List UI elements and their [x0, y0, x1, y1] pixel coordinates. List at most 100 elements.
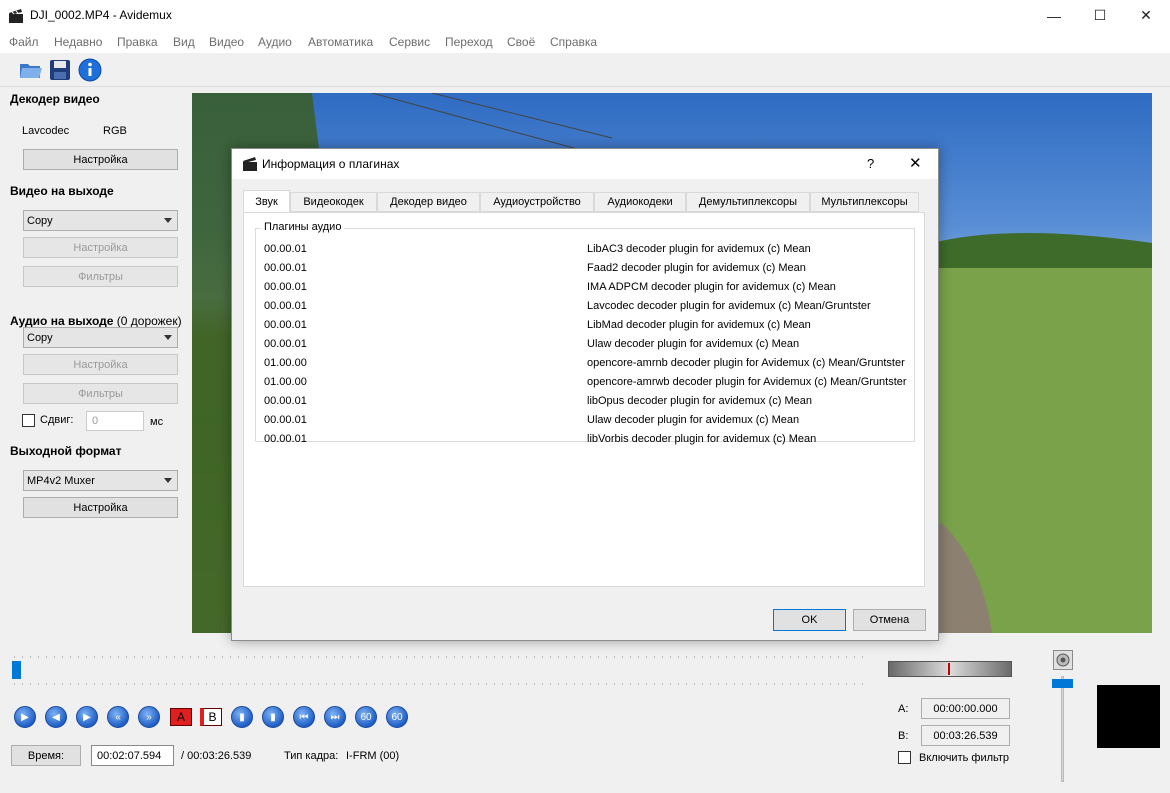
goto-end-button[interactable]: ⏭ — [324, 706, 346, 728]
goto-marker-a-button[interactable]: ▮ — [231, 706, 253, 728]
chevron-down-icon — [164, 218, 172, 223]
prev-keyframe-button[interactable]: « — [107, 706, 129, 728]
dialog-close-button[interactable]: ✕ — [909, 154, 922, 172]
current-time-field[interactable]: 00:02:07.594 — [91, 745, 174, 766]
close-button[interactable]: ✕ — [1123, 0, 1169, 31]
minimize-button[interactable]: — — [1031, 0, 1077, 31]
menu-video[interactable]: Видео — [209, 35, 244, 49]
time-button[interactable]: Время: — [11, 745, 81, 766]
mini-preview — [1097, 685, 1160, 748]
next-keyframe-button[interactable]: » — [138, 706, 160, 728]
plugin-version: 00.00.01 — [264, 319, 307, 331]
forward-60-button[interactable]: 60 — [386, 706, 408, 728]
decoder-format: RGB — [103, 125, 127, 137]
toolbar — [0, 53, 1170, 87]
frame-type-label: Тип кадра: — [284, 750, 339, 762]
menu-auto[interactable]: Автоматика — [308, 35, 373, 49]
plugin-version: 00.00.01 — [264, 281, 307, 293]
tab-video-codec[interactable]: Видеокодек — [290, 192, 377, 212]
audio-settings-button[interactable]: Настройка — [23, 354, 178, 375]
filter-checkbox[interactable] — [898, 751, 911, 764]
shift-checkbox[interactable] — [22, 414, 35, 427]
jog-shuttle[interactable] — [888, 661, 1012, 677]
audio-codec-select[interactable]: Copy — [23, 327, 178, 348]
menu-view[interactable]: Вид — [173, 35, 195, 49]
plugin-description: IMA ADPCM decoder plugin for avidemux (c… — [587, 281, 836, 293]
tab-audio-codecs[interactable]: Аудиокодеки — [594, 192, 686, 212]
menu-edit[interactable]: Правка — [117, 35, 158, 49]
prev-frame-button[interactable]: ◀ — [45, 706, 67, 728]
timeline-ticks — [14, 656, 865, 685]
info-icon[interactable] — [77, 57, 103, 83]
dialog-title: Информация о плагинах — [262, 157, 400, 171]
plugin-description: libVorbis decoder plugin for avidemux (c… — [587, 433, 817, 445]
plugin-version: 00.00.01 — [264, 414, 307, 426]
muxer-settings-button[interactable]: Настройка — [23, 497, 178, 518]
volume-slider[interactable] — [1061, 676, 1064, 782]
muxer-select[interactable]: MP4v2 Muxer — [23, 470, 178, 491]
decoder-settings-button[interactable]: Настройка — [23, 149, 178, 170]
video-decoder-title: Декодер видео — [10, 92, 100, 106]
tab-muxers[interactable]: Мультиплексоры — [810, 192, 919, 212]
help-button[interactable]: ? — [867, 156, 874, 171]
chevron-down-icon — [164, 478, 172, 483]
current-time-value: 00:02:07.594 — [97, 749, 162, 762]
plugin-version: 00.00.01 — [264, 433, 307, 445]
menu-custom[interactable]: Своё — [507, 35, 535, 49]
marker-b-field: 00:03:26.539 — [921, 725, 1010, 746]
clapperboard-icon — [243, 157, 257, 171]
plugin-description: opencore-amrwb decoder plugin for Avidem… — [587, 376, 907, 388]
menu-audio[interactable]: Аудио — [258, 35, 292, 49]
play-button[interactable]: ▶ — [14, 706, 36, 728]
marker-a-field: 00:00:00.000 — [921, 698, 1010, 719]
menu-bar: Файл Недавно Правка Вид Видео Аудио Авто… — [0, 31, 1170, 53]
plugin-description: libOpus decoder plugin for avidemux (c) … — [587, 395, 813, 407]
speaker-icon[interactable] — [1053, 650, 1073, 670]
frame-type-value: I-FRM (00) — [346, 750, 400, 762]
timeline-handle[interactable] — [12, 661, 21, 679]
shift-input[interactable]: 0 — [86, 411, 144, 431]
audio-output-heading: Аудио на выходе — [10, 314, 114, 328]
plugin-version: 01.00.00 — [264, 376, 307, 388]
tab-demuxers[interactable]: Демультиплексоры — [686, 192, 810, 212]
title-bar: DJI_0002.MP4 - Avidemux — ☐ ✕ — [0, 0, 1170, 31]
plugin-version: 00.00.01 — [264, 243, 307, 255]
next-frame-button[interactable]: ▶ — [76, 706, 98, 728]
tab-pane: Плагины аудио 00.00.01 LibAC3 decoder plu… — [243, 212, 925, 587]
chevron-down-icon — [164, 335, 172, 340]
window-title: DJI_0002.MP4 - Avidemux — [30, 8, 172, 22]
marker-b-label: B: — [898, 730, 909, 742]
cancel-button[interactable]: Отмена — [853, 609, 926, 631]
save-icon[interactable] — [47, 57, 73, 83]
video-settings-button[interactable]: Настройка — [23, 237, 178, 258]
video-codec-value: Copy — [27, 214, 53, 227]
marker-b-value: 00:03:26.539 — [933, 729, 998, 742]
output-format-title: Выходной формат — [10, 444, 122, 458]
timeline-slider[interactable] — [12, 656, 867, 686]
maximize-button[interactable]: ☐ — [1077, 0, 1123, 31]
set-marker-b-button[interactable]: B — [200, 708, 222, 726]
plugin-description: Lavcodec decoder plugin for avidemux (c)… — [587, 300, 871, 312]
menu-help[interactable]: Справка — [550, 35, 597, 49]
goto-start-button[interactable]: ⏮ — [293, 706, 315, 728]
audio-filters-button[interactable]: Фильтры — [23, 383, 178, 404]
total-time: / 00:03:26.539 — [181, 750, 252, 762]
set-marker-a-button[interactable]: A — [170, 708, 192, 726]
menu-file[interactable]: Файл — [9, 35, 39, 49]
back-60-button[interactable]: 60 — [355, 706, 377, 728]
volume-handle[interactable] — [1052, 679, 1073, 688]
audio-output-title: Аудио на выходе (0 дорожек) — [10, 314, 182, 328]
plugin-version: 00.00.01 — [264, 338, 307, 350]
goto-marker-b-button[interactable]: ▮ — [262, 706, 284, 728]
menu-recent[interactable]: Недавно — [54, 35, 102, 49]
ok-button[interactable]: OK — [773, 609, 846, 631]
menu-tools[interactable]: Сервис — [389, 35, 430, 49]
open-folder-icon[interactable] — [18, 57, 44, 83]
video-codec-select[interactable]: Copy — [23, 210, 178, 231]
plugin-description: LibMad decoder plugin for avidemux (c) M… — [587, 319, 811, 331]
video-filters-button[interactable]: Фильтры — [23, 266, 178, 287]
menu-go[interactable]: Переход — [445, 35, 493, 49]
tab-audio-device[interactable]: Аудиоустройство — [480, 192, 594, 212]
tab-sound[interactable]: Звук — [243, 190, 290, 213]
tab-video-decoder[interactable]: Декодер видео — [377, 192, 480, 212]
